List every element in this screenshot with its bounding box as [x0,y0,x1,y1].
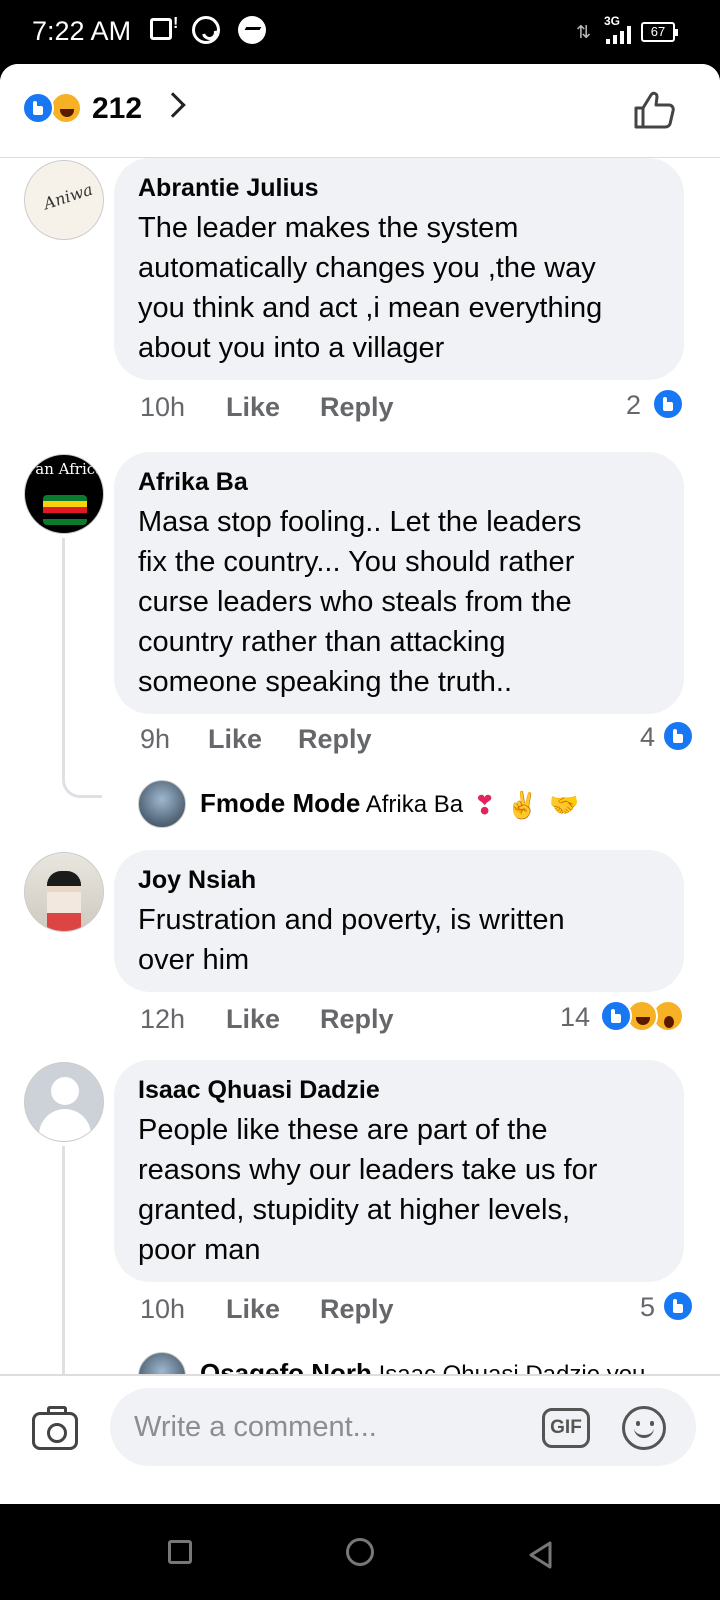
comment-time: 9h [140,724,171,754]
avatar-label: Pan Africa [25,460,104,478]
reaction-count[interactable]: 4 [640,722,655,753]
comment-time: 10h [140,392,186,422]
victory-hand-emoji: ✌ [506,790,539,821]
avatar[interactable] [24,1062,104,1142]
reply-preview[interactable]: Fmode Mode Afrika Ba ❣ ✌ 🤝 [200,788,579,821]
comment-bubble[interactable]: Isaac Qhuasi Dadzie People like these ar… [114,1060,684,1282]
comment-input[interactable] [134,1388,514,1466]
comment-time: 12h [140,1004,186,1034]
reply-author: Osagefo Norh [200,1358,372,1374]
reaction-icons [22,92,86,126]
chevron-right-icon[interactable] [160,92,186,118]
comment-composer: GIF [0,1374,720,1504]
comment-author[interactable]: Abrantie Julius [138,172,660,204]
handshake-emoji: 🤝 [549,792,580,820]
reply-button[interactable]: Reply [298,724,372,755]
reply-preview[interactable]: Osagefo Norh Isaac Qhuasi Dadzie you [200,1358,645,1374]
gif-button[interactable]: GIF [542,1408,590,1448]
back-triangle-icon [529,1541,552,1569]
like-button[interactable]: Like [208,724,262,755]
system-nav-bar [0,1504,720,1600]
whatsapp-icon [192,16,220,44]
data-arrows-icon: ⇅ [576,22,592,42]
reaction-count[interactable]: 5 [640,1292,655,1323]
comment-text: People like these are part of the reason… [138,1114,598,1266]
reaction-count: 212 [92,92,143,125]
reply-button[interactable]: Reply [320,392,394,423]
gallery-icon [150,15,178,40]
battery-icon: 67 [641,22,678,42]
like-button[interactable]: Like [226,1004,280,1035]
heart-exclamation-emoji: ❣ [473,790,496,821]
comment-author[interactable]: Afrika Ba [138,466,660,498]
comment-author[interactable]: Joy Nsiah [138,864,660,896]
comment-text: Frustration and poverty, is written over… [138,904,565,976]
comment-input-container[interactable]: GIF [110,1388,696,1466]
flag-icon [43,495,87,525]
comment-text: Masa stop fooling.. Let the leaders fix … [138,506,582,698]
like-reaction-icon [662,1290,694,1322]
like-reaction-icon [22,92,54,124]
emoji-icon[interactable] [622,1406,666,1450]
messenger-icon [238,16,266,44]
status-time: 7:22 AM [32,16,132,46]
reply-button[interactable]: Reply [320,1004,394,1035]
like-button[interactable]: Like [226,1294,280,1325]
reply-author: Fmode Mode [200,788,361,818]
thumbs-up-icon[interactable] [632,90,676,130]
comments-sheet: 212 Abrantie Julius The leader makes the… [0,64,720,1504]
reaction-count[interactable]: 2 [626,390,641,421]
reply-text: Afrika Ba [365,791,464,818]
reply-button[interactable]: Reply [320,1294,394,1325]
reply-avatar[interactable] [138,1352,186,1374]
signal-icon [606,26,636,44]
reply-thread-line [62,1146,65,1374]
reaction-count[interactable]: 14 [560,1002,590,1033]
comment-bubble[interactable]: Afrika Ba Masa stop fooling.. Let the le… [114,452,684,714]
comments-list: Abrantie Julius The leader makes the sys… [0,158,720,1374]
like-reaction-icon [652,388,684,420]
like-reaction-icon [662,720,694,752]
like-reaction-icon [600,1000,632,1032]
comment-author[interactable]: Isaac Qhuasi Dadzie [138,1074,660,1106]
like-button[interactable]: Like [226,392,280,423]
reactions-header[interactable]: 212 [0,64,720,158]
status-bar: 7:22 AM ⇅ 3G 67 [0,0,720,64]
comment-bubble[interactable]: Abrantie Julius The leader makes the sys… [114,158,684,380]
reply-avatar[interactable] [138,780,186,828]
home-button[interactable] [346,1538,374,1566]
haha-reaction-icon [50,92,82,124]
reply-text: Isaac Qhuasi Dadzie you [379,1361,646,1374]
comment-bubble[interactable]: Joy Nsiah Frustration and poverty, is wr… [114,850,684,992]
reply-thread-line [62,538,102,798]
avatar[interactable] [24,852,104,932]
camera-icon[interactable] [32,1406,78,1450]
avatar[interactable]: Pan Africa [24,454,104,534]
recents-button[interactable] [168,1540,192,1564]
comment-text: The leader makes the system automaticall… [138,212,603,364]
avatar[interactable] [24,160,104,240]
comment-time: 10h [140,1294,186,1324]
